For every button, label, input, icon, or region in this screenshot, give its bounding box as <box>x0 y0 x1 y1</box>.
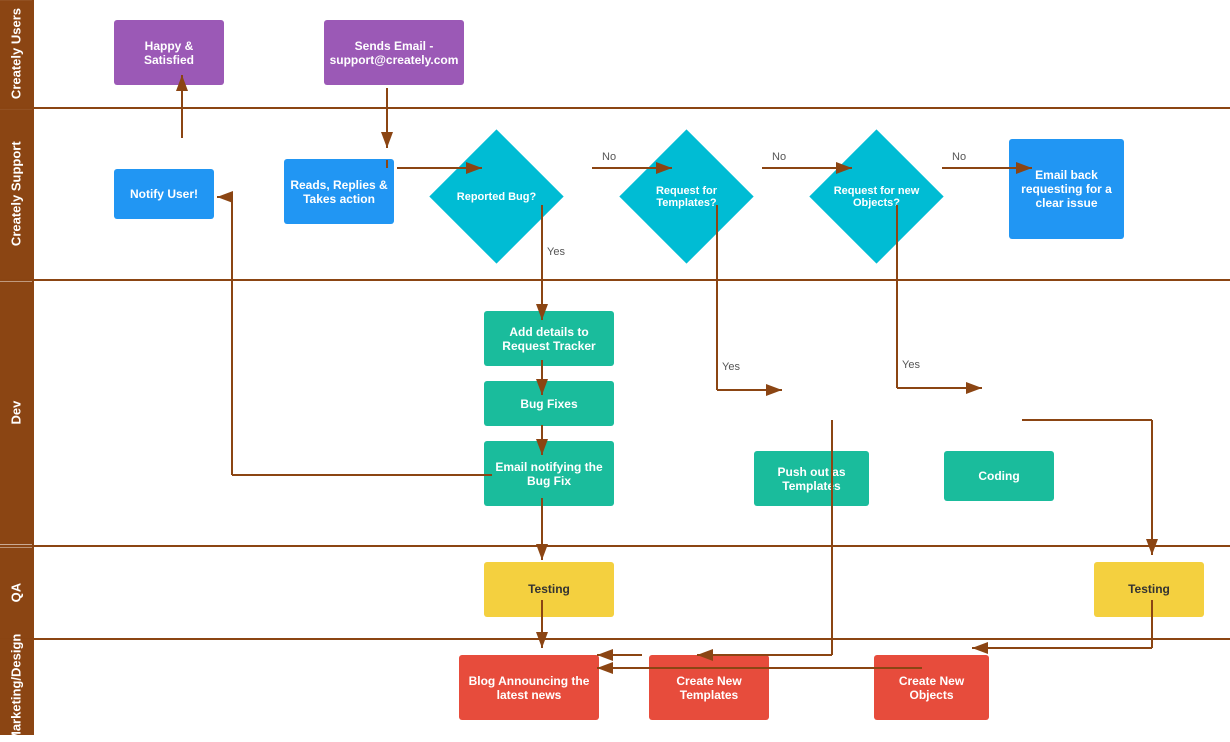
lane-content-creately-users: Happy & Satisfied Sends Email - support@… <box>32 0 1230 107</box>
lane-label-creately-support: Creately Support <box>0 109 32 279</box>
node-reported-bug-label: Reported Bug? <box>449 149 544 244</box>
lane-creately-support: Creately Support Notify User! Reads, Rep… <box>0 109 1230 281</box>
node-reads-replies: Reads, Replies & Takes action <box>284 159 394 224</box>
lane-content-qa: Testing Testing <box>32 547 1230 638</box>
swim-lanes: Creately Users Happy & Satisfied Sends E… <box>0 0 1230 735</box>
lane-content-dev: Add details to Request Tracker Bug Fixes… <box>32 281 1230 544</box>
lane-label-marketing: Marketing/Design <box>0 640 32 735</box>
lane-label-qa: QA <box>0 547 32 638</box>
node-create-templates: Create New Templates <box>649 655 769 720</box>
node-create-objects: Create New Objects <box>874 655 989 720</box>
node-testing-2: Testing <box>1094 562 1204 617</box>
node-bug-fixes: Bug Fixes <box>484 381 614 426</box>
lane-qa: QA Testing Testing <box>0 547 1230 640</box>
lane-creately-users: Creately Users Happy & Satisfied Sends E… <box>0 0 1230 109</box>
node-blog-announcing: Blog Announcing the latest news <box>459 655 599 720</box>
lane-content-creately-support: Notify User! Reads, Replies & Takes acti… <box>32 109 1230 279</box>
node-testing-1: Testing <box>484 562 614 617</box>
node-request-templates-label: Request for Templates? <box>639 149 734 244</box>
lane-label-creately-users: Creately Users <box>0 0 32 107</box>
lane-label-dev: Dev <box>0 281 32 544</box>
lane-content-marketing: Blog Announcing the latest news Create N… <box>32 640 1230 735</box>
node-email-notifying: Email notifying the Bug Fix <box>484 441 614 506</box>
diagram-container: Yes No No No Yes Yes <box>0 0 1230 735</box>
node-happy-satisfied: Happy & Satisfied <box>114 20 224 85</box>
node-add-details: Add details to Request Tracker <box>484 311 614 366</box>
node-push-templates: Push out as Templates <box>754 451 869 506</box>
node-coding: Coding <box>944 451 1054 501</box>
lane-marketing: Marketing/Design Blog Announcing the lat… <box>0 640 1230 735</box>
node-request-objects-label: Request for new Objects? <box>829 149 924 244</box>
node-email-back: Email back requesting for a clear issue <box>1009 139 1124 239</box>
lane-dev: Dev Add details to Request Tracker Bug F… <box>0 281 1230 546</box>
node-sends-email: Sends Email - support@creately.com <box>324 20 464 85</box>
node-notify-user: Notify User! <box>114 169 214 219</box>
